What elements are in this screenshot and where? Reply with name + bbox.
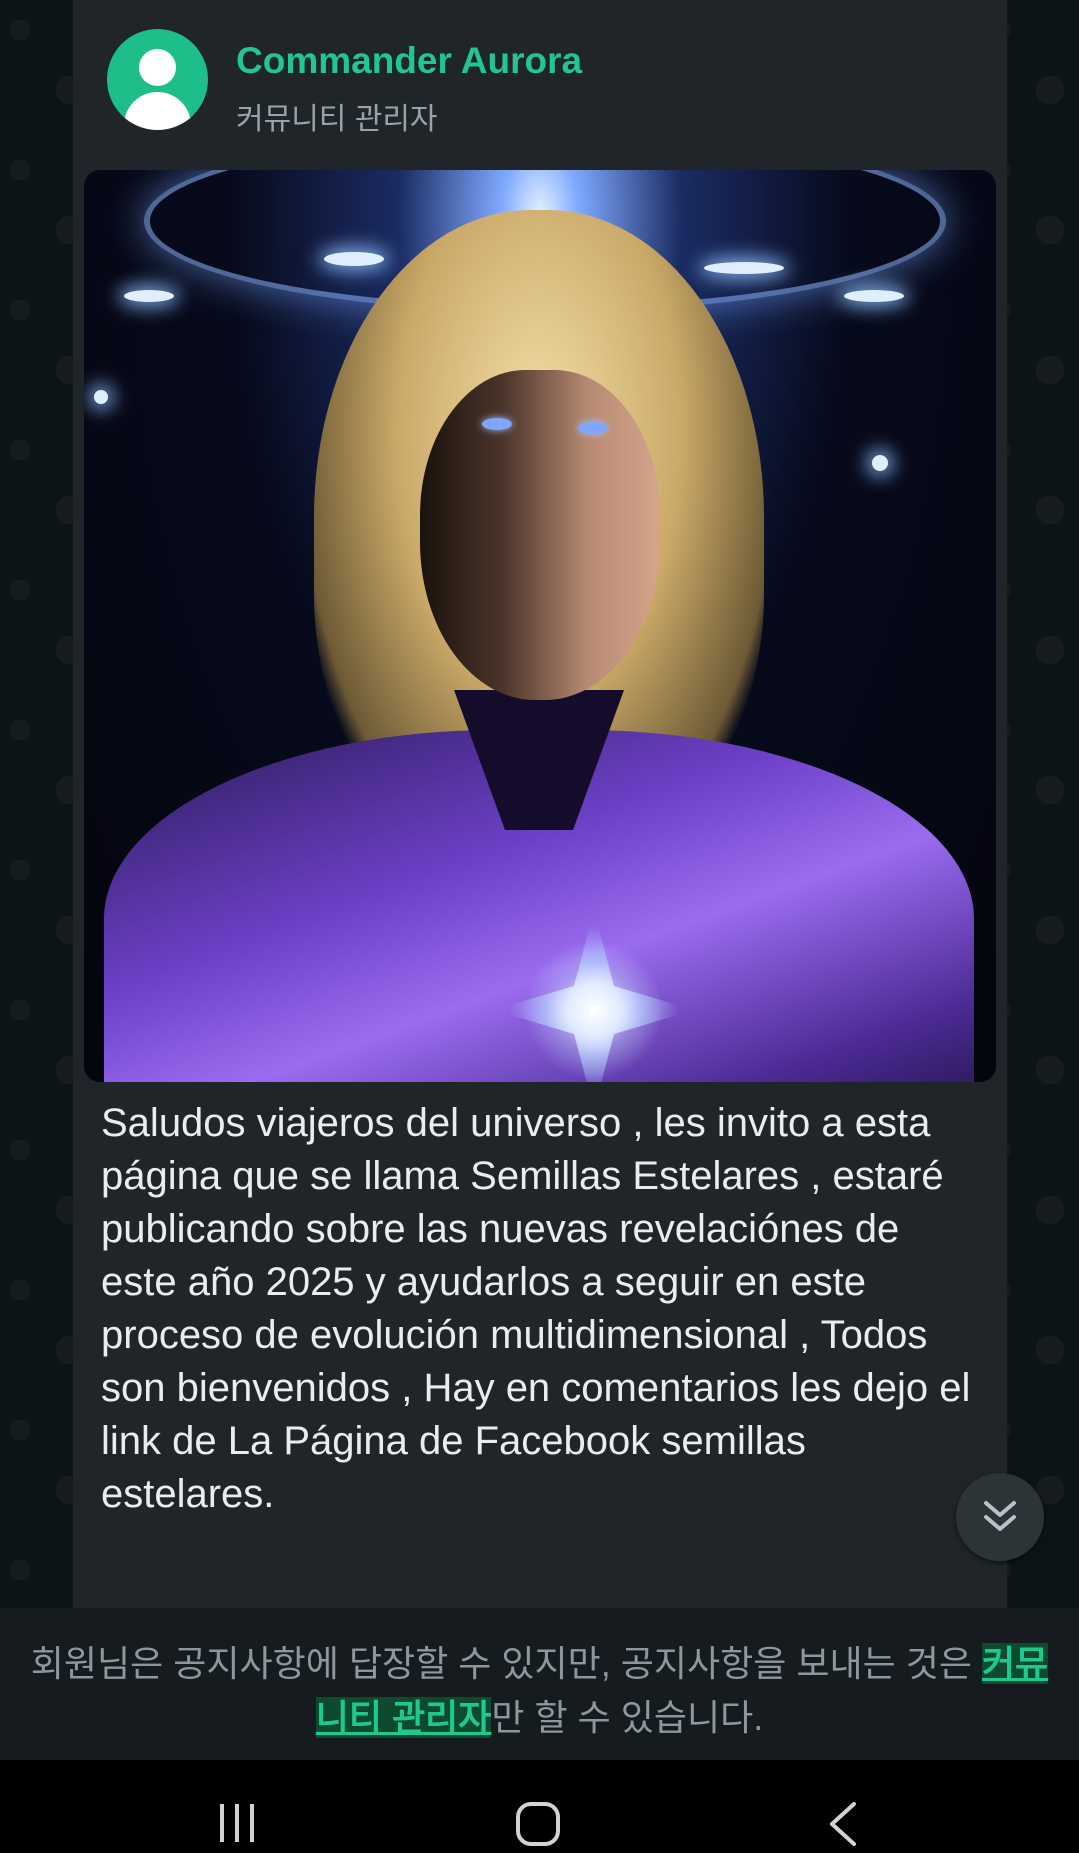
notice-text-after: 만 할 수 있습니다.	[491, 1697, 764, 1738]
image-eye	[578, 422, 608, 434]
notice-text: 회원님은 공지사항에 답장할 수 있지만, 공지사항을 보내는 것은 커뮤니티 …	[20, 1637, 1059, 1745]
notice-text-before: 회원님은 공지사항에 답장할 수 있지만, 공지사항을 보내는 것은	[30, 1643, 982, 1684]
post-image[interactable]	[84, 170, 996, 1082]
recent-apps-icon[interactable]	[214, 1800, 260, 1846]
sender-avatar-icon[interactable]	[107, 29, 208, 130]
sender-role: 커뮤니티 관리자	[236, 103, 438, 136]
image-light	[704, 262, 784, 274]
message-text: Saludos viajeros del universo , les invi…	[101, 1101, 971, 1516]
avatar-head	[139, 49, 176, 86]
image-light	[872, 455, 888, 471]
back-icon[interactable]	[824, 1800, 864, 1848]
image-eye	[482, 418, 512, 430]
double-chevron-down-icon	[984, 1501, 1016, 1531]
image-light	[94, 390, 108, 404]
image-light	[844, 290, 904, 302]
image-light	[124, 290, 174, 302]
sender-name[interactable]: Commander Aurora	[236, 40, 582, 82]
image-face	[420, 370, 660, 700]
image-light	[324, 252, 384, 266]
home-icon[interactable]	[514, 1800, 562, 1848]
avatar-shoulders	[124, 92, 191, 130]
scroll-down-button[interactable]	[956, 1473, 1044, 1561]
